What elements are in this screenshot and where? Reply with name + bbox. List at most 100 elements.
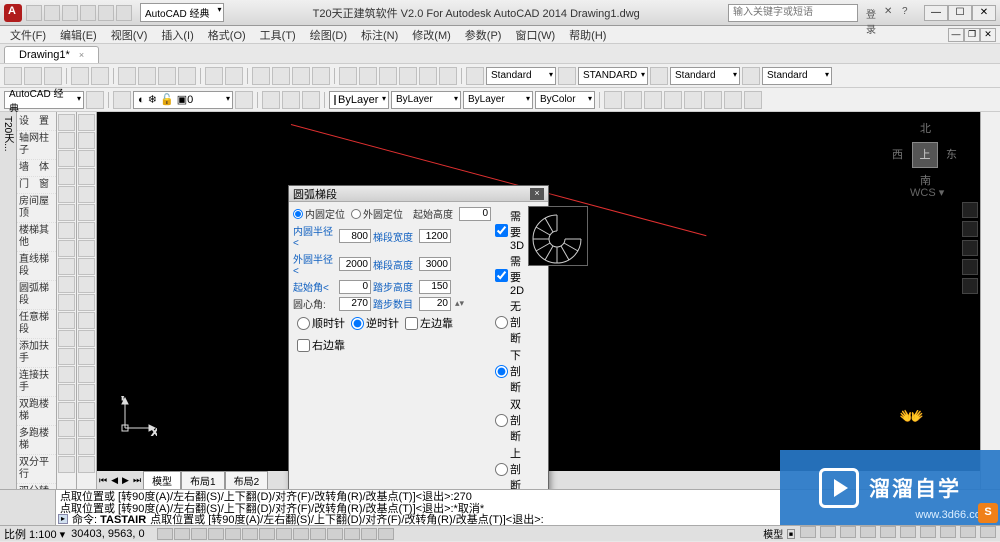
tool-dc-icon[interactable] (359, 67, 377, 85)
ellipse-icon[interactable] (58, 276, 75, 293)
scale-control[interactable]: 比例 1:100 ▾ (4, 526, 65, 542)
dimstyle-icon[interactable] (558, 67, 576, 85)
lwt-toggle[interactable] (310, 528, 326, 540)
outer-radius-label[interactable]: 外圆半径< (293, 251, 337, 277)
qat-save-icon[interactable] (62, 5, 78, 21)
tool-tp-icon[interactable] (379, 67, 397, 85)
qat-open-icon[interactable] (44, 5, 60, 21)
color-combo[interactable]: ByLayer (329, 91, 389, 109)
clean-screen-icon[interactable] (980, 526, 996, 538)
tab-nav-last[interactable]: ⏭ (131, 475, 143, 486)
ellipsearc-icon[interactable] (58, 294, 75, 311)
viewcube-north[interactable]: 北 (920, 120, 931, 136)
menu-settings[interactable]: 设 置 (17, 114, 56, 131)
no-cut-radio[interactable] (495, 316, 508, 329)
snap-toggle[interactable] (157, 528, 173, 540)
tool-redo-icon[interactable] (225, 67, 243, 85)
tool-zoomwin-icon[interactable] (292, 67, 310, 85)
stair-height-input[interactable] (419, 257, 451, 271)
toolbar-lock-icon[interactable] (920, 526, 936, 538)
left-side-check[interactable] (405, 317, 418, 330)
menu-view[interactable]: 视图(V) (105, 27, 154, 43)
t-icon-19[interactable] (78, 438, 95, 455)
table-icon[interactable] (58, 420, 75, 437)
tab-layout1[interactable]: 布局1 (181, 471, 225, 490)
need-3d-check[interactable] (495, 224, 508, 237)
linetype-combo[interactable]: ByLayer (391, 91, 461, 109)
outer-pos-radio[interactable] (351, 209, 361, 219)
t-icon-13[interactable] (78, 330, 95, 347)
t-icon-2[interactable] (78, 132, 95, 149)
doc-minimize-button[interactable]: — (948, 28, 964, 42)
measure-dist-icon[interactable] (604, 91, 622, 109)
mleaderstyle-combo[interactable]: Standard (762, 67, 832, 85)
need-2d-check[interactable] (495, 269, 508, 282)
menu-add-handrail[interactable]: 添加扶手 (17, 339, 56, 368)
annoscale-icon[interactable] (840, 526, 856, 538)
tool-plot-icon[interactable] (71, 67, 89, 85)
plotstyle-combo[interactable]: ByColor (535, 91, 595, 109)
menu-axis[interactable]: 轴网柱子 (17, 131, 56, 160)
polar-toggle[interactable] (208, 528, 224, 540)
t-icon-10[interactable] (78, 276, 95, 293)
measure-id-icon[interactable] (684, 91, 702, 109)
tab-nav-prev[interactable]: ◀ (109, 475, 120, 486)
close-button[interactable]: ✕ (972, 5, 996, 21)
menu-edit[interactable]: 编辑(E) (54, 27, 103, 43)
orbit-icon[interactable] (962, 259, 978, 275)
ducs-toggle[interactable] (276, 528, 292, 540)
right-side-check[interactable] (297, 339, 310, 352)
minimize-button[interactable]: — (924, 5, 948, 21)
tablestyle-combo[interactable]: Standard (670, 67, 740, 85)
top-cut-radio[interactable] (495, 463, 508, 476)
help-icon[interactable]: ? (902, 6, 916, 20)
qat-undo-icon[interactable] (80, 5, 96, 21)
qselect-icon[interactable] (744, 91, 762, 109)
annoauto-icon[interactable] (880, 526, 896, 538)
t-icon-3[interactable] (78, 150, 95, 167)
annovis-icon[interactable] (860, 526, 876, 538)
pline-icon[interactable] (58, 150, 75, 167)
arc-icon[interactable] (58, 204, 75, 221)
step-spinner-icon[interactable]: ▴▾ (455, 298, 464, 309)
tool-copy-icon[interactable] (138, 67, 156, 85)
viewcube-wcs[interactable]: WCS ▾ (910, 186, 944, 199)
cmd-prompt-icon[interactable]: ▸ (58, 514, 68, 524)
tab-model[interactable]: 模型 (143, 471, 181, 490)
gradient-icon[interactable] (58, 384, 75, 401)
tool-props-icon[interactable] (339, 67, 357, 85)
dimstyle-combo[interactable]: STANDARD (578, 67, 648, 85)
tool-markup-icon[interactable] (419, 67, 437, 85)
sc-toggle[interactable] (361, 528, 377, 540)
insert-block-icon[interactable] (262, 91, 280, 109)
spline-icon[interactable] (58, 258, 75, 275)
addsel-icon[interactable] (58, 456, 75, 473)
tool-paste-icon[interactable] (158, 67, 176, 85)
tool-zoom-icon[interactable] (272, 67, 290, 85)
t-icon-9[interactable] (78, 258, 95, 275)
tool-undo-icon[interactable] (205, 67, 223, 85)
ws-settings-icon[interactable] (86, 91, 104, 109)
isolate-icon[interactable] (960, 526, 976, 538)
tab-nav-first[interactable]: ⏮ (97, 475, 109, 486)
textstyle-combo[interactable]: Standard (486, 67, 556, 85)
exchange-icon[interactable]: ✕ (884, 6, 898, 20)
lineweight-combo[interactable]: ByLayer (463, 91, 533, 109)
textstyle-icon[interactable] (466, 67, 484, 85)
t-icon-14[interactable] (78, 348, 95, 365)
t-icon-18[interactable] (78, 420, 95, 437)
menu-arc-stair[interactable]: 圆弧梯段 (17, 281, 56, 310)
rectangle-icon[interactable] (58, 186, 75, 203)
layer-props-icon[interactable] (113, 91, 131, 109)
t-icon-7[interactable] (78, 222, 95, 239)
revcloud-icon[interactable] (58, 240, 75, 257)
t-icon-6[interactable] (78, 204, 95, 221)
menu-double-run[interactable]: 双跑楼梯 (17, 397, 56, 426)
t-icon-8[interactable] (78, 240, 95, 257)
doc-restore-button[interactable]: ❐ (964, 28, 980, 42)
tool-pan-icon[interactable] (252, 67, 270, 85)
point-icon[interactable] (58, 348, 75, 365)
t-icon-11[interactable] (78, 294, 95, 311)
viewcube-top[interactable]: 上 (912, 142, 938, 168)
tablestyle-icon[interactable] (650, 67, 668, 85)
